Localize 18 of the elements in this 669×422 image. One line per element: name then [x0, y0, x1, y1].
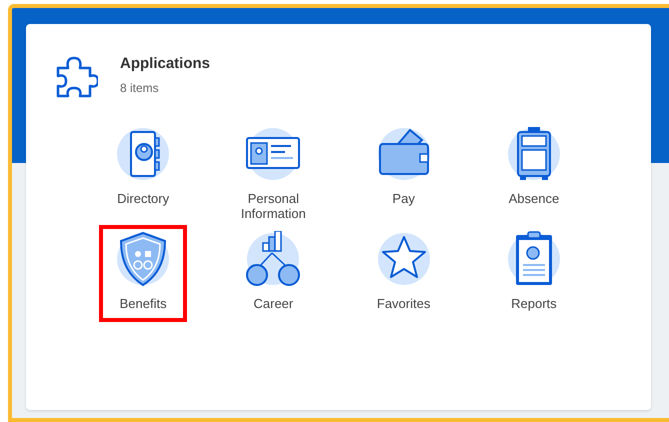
id-card-icon	[245, 126, 302, 182]
app-tile[interactable]: Career	[229, 225, 318, 322]
clipboard-icon	[506, 231, 562, 287]
puzzle-icon	[56, 56, 98, 98]
app-tile[interactable]: Directory	[99, 120, 188, 217]
app-tile[interactable]: Personal Information	[229, 120, 318, 217]
suitcase-icon	[506, 126, 562, 182]
app-tile[interactable]: Reports	[490, 225, 578, 322]
wallet-icon	[376, 126, 432, 182]
item-count: 8 items	[120, 80, 160, 97]
app-tile[interactable]: Benefits	[99, 225, 188, 322]
app-tile[interactable]: Pay	[360, 120, 448, 217]
card-title: Applications	[120, 54, 210, 74]
address-book-icon	[115, 126, 172, 182]
shield-icon	[115, 231, 172, 287]
people-chart-icon	[245, 231, 302, 287]
app-tile[interactable]: Favorites	[360, 225, 448, 322]
app-tile[interactable]: Absence	[490, 120, 578, 217]
